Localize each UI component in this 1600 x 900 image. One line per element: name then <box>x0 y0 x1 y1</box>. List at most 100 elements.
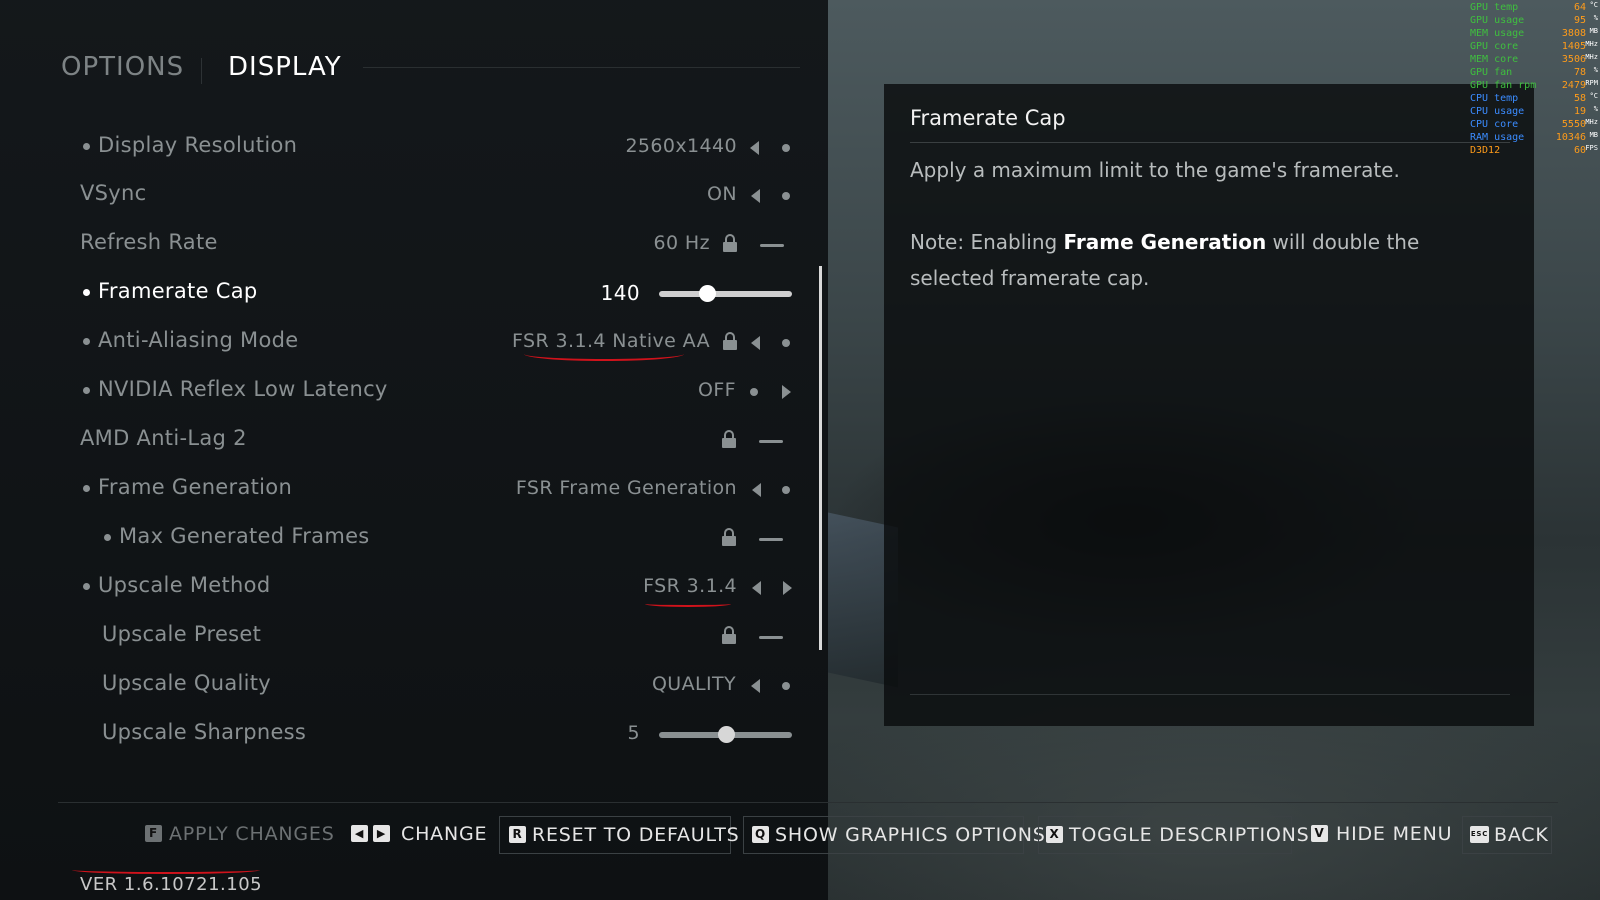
setting-row-upscale-sharpness[interactable]: Upscale Sharpness 5 <box>0 711 810 759</box>
toggle-descriptions-label: TOGGLE DESCRIPTIONS <box>1069 824 1310 846</box>
toggle-descriptions-button[interactable]: X TOGGLE DESCRIPTIONS <box>1038 816 1309 854</box>
bullet-icon <box>83 289 90 296</box>
osd-unit: % <box>1593 105 1598 113</box>
setting-label: NVIDIA Reflex Low Latency <box>98 377 388 401</box>
description-text: Apply a maximum limit to the game's fram… <box>910 158 1400 182</box>
osd-unit: FPS <box>1585 144 1598 152</box>
osd-unit: RPM <box>1585 79 1598 87</box>
arrow-right-icon[interactable] <box>782 385 791 399</box>
setting-row-nvidia-reflex[interactable]: NVIDIA Reflex Low Latency OFF <box>0 368 810 416</box>
osd-value: 78 <box>1573 67 1586 78</box>
red-annotation-underline <box>72 866 260 874</box>
tab-display[interactable]: DISPLAY <box>228 52 342 82</box>
framerate-cap-slider-thumb[interactable] <box>698 285 716 302</box>
setting-label: Upscale Preset <box>102 622 262 646</box>
apply-changes-label: APPLY CHANGES <box>169 823 335 845</box>
setting-label: Framerate Cap <box>98 279 258 303</box>
description-divider <box>910 142 1510 143</box>
back-label: BACK <box>1494 824 1549 846</box>
description-title: Framerate Cap <box>910 106 1066 130</box>
setting-value: FSR Frame Generation <box>515 477 737 499</box>
setting-row-upscale-method[interactable]: Upscale Method FSR 3.1.4 <box>0 564 810 612</box>
arrow-left-icon[interactable] <box>751 336 760 350</box>
bullet-icon <box>83 143 90 150</box>
key-q-icon: Q <box>752 826 769 843</box>
arrow-right-icon[interactable] <box>783 581 792 595</box>
dot-icon <box>782 486 790 494</box>
change-button[interactable]: ◀ ▶ CHANGE <box>351 816 486 852</box>
key-x-icon: X <box>1046 826 1063 843</box>
setting-row-vsync[interactable]: VSync ON <box>0 172 810 220</box>
osd-label: CPU core <box>1470 119 1519 130</box>
osd-unit: MB <box>1589 27 1598 35</box>
back-button[interactable]: ESC BACK <box>1462 816 1552 854</box>
settings-scrollbar[interactable] <box>819 266 822 650</box>
osd-row: D3D12 60 FPS <box>1470 144 1598 157</box>
show-graphics-options-label: SHOW GRAPHICS OPTIONS <box>775 824 1046 846</box>
upscale-sharpness-slider-thumb[interactable] <box>717 726 735 743</box>
osd-row: GPU core 1405 MHz <box>1470 40 1598 53</box>
arrow-left-icon[interactable] <box>752 483 761 497</box>
osd-unit: °C <box>1589 1 1598 9</box>
setting-label: AMD Anti-Lag 2 <box>80 426 247 450</box>
osd-label: CPU temp <box>1470 93 1519 104</box>
dash-icon <box>760 244 784 247</box>
tab-divider <box>201 58 202 84</box>
tab-options[interactable]: OPTIONS <box>61 52 184 82</box>
setting-label: Anti-Aliasing Mode <box>98 328 299 352</box>
setting-label: Upscale Sharpness <box>102 720 307 744</box>
arrow-left-icon[interactable] <box>750 141 759 155</box>
osd-value: 1405 <box>1561 41 1586 52</box>
setting-row-framerate-cap[interactable]: Framerate Cap 140 <box>0 270 810 318</box>
bullet-icon <box>83 338 90 345</box>
bullet-icon <box>83 387 90 394</box>
osd-unit: MHz <box>1585 53 1598 61</box>
description-note-bold: Frame Generation <box>1063 230 1267 254</box>
setting-label: Upscale Quality <box>102 671 272 695</box>
description-note: Note: Enabling Frame Generation will dou… <box>910 224 1510 296</box>
key-esc-icon: ESC <box>1470 826 1489 843</box>
footer-controls: F APPLY CHANGES ◀ ▶ CHANGE R RESET TO DE… <box>0 816 1600 856</box>
setting-label: Frame Generation <box>98 475 293 499</box>
osd-value: 64 <box>1573 2 1586 13</box>
setting-value: QUALITY <box>651 673 736 695</box>
osd-value: 2479 <box>1561 80 1586 91</box>
lock-icon <box>722 430 736 448</box>
osd-label: MEM core <box>1470 54 1519 65</box>
dot-icon <box>782 682 790 690</box>
hide-menu-label: HIDE MENU <box>1336 823 1453 845</box>
osd-unit: % <box>1593 66 1598 74</box>
hide-menu-button[interactable]: V HIDE MENU <box>1311 816 1451 852</box>
setting-value: 2560x1440 <box>625 135 737 157</box>
osd-label: GPU usage <box>1470 15 1525 26</box>
setting-row-max-generated-frames: Max Generated Frames <box>0 515 810 563</box>
reset-to-defaults-button[interactable]: R RESET TO DEFAULTS <box>499 816 739 854</box>
arrow-left-icon[interactable] <box>751 189 760 203</box>
dot-icon <box>750 388 758 396</box>
framerate-cap-slider-track[interactable] <box>659 291 792 297</box>
change-label: CHANGE <box>401 823 488 845</box>
key-r-icon: R <box>509 826 526 843</box>
settings-menu-panel: OPTIONS DISPLAY Display Resolution 2560x… <box>0 0 828 900</box>
osd-row: MEM core 3506 MHz <box>1470 53 1598 66</box>
apply-changes-button[interactable]: F APPLY CHANGES <box>145 816 334 852</box>
setting-row-anti-aliasing-mode[interactable]: Anti-Aliasing Mode FSR 3.1.4 Native AA <box>0 319 810 367</box>
setting-value: 5 <box>627 722 640 744</box>
osd-row: GPU fan 78% <box>1470 66 1598 79</box>
setting-row-display-resolution[interactable]: Display Resolution 2560x1440 <box>0 124 810 172</box>
arrow-left-icon[interactable] <box>751 679 760 693</box>
arrow-left-icon[interactable] <box>752 581 761 595</box>
setting-value: FSR 3.1.4 <box>643 575 737 597</box>
setting-value: ON <box>707 183 737 205</box>
dot-icon <box>782 339 790 347</box>
key-f-icon: F <box>145 825 162 842</box>
setting-row-frame-generation[interactable]: Frame Generation FSR Frame Generation <box>0 466 810 514</box>
setting-row-amd-anti-lag: AMD Anti-Lag 2 <box>0 417 810 465</box>
osd-label: D3D12 <box>1470 145 1501 156</box>
osd-label: GPU core <box>1470 41 1519 52</box>
osd-unit: MB <box>1589 131 1598 139</box>
show-graphics-options-button[interactable]: Q SHOW GRAPHICS OPTIONS <box>743 816 1045 854</box>
setting-row-upscale-quality[interactable]: Upscale Quality QUALITY <box>0 662 810 710</box>
setting-label: VSync <box>80 181 147 205</box>
osd-value: 95 <box>1573 15 1586 26</box>
